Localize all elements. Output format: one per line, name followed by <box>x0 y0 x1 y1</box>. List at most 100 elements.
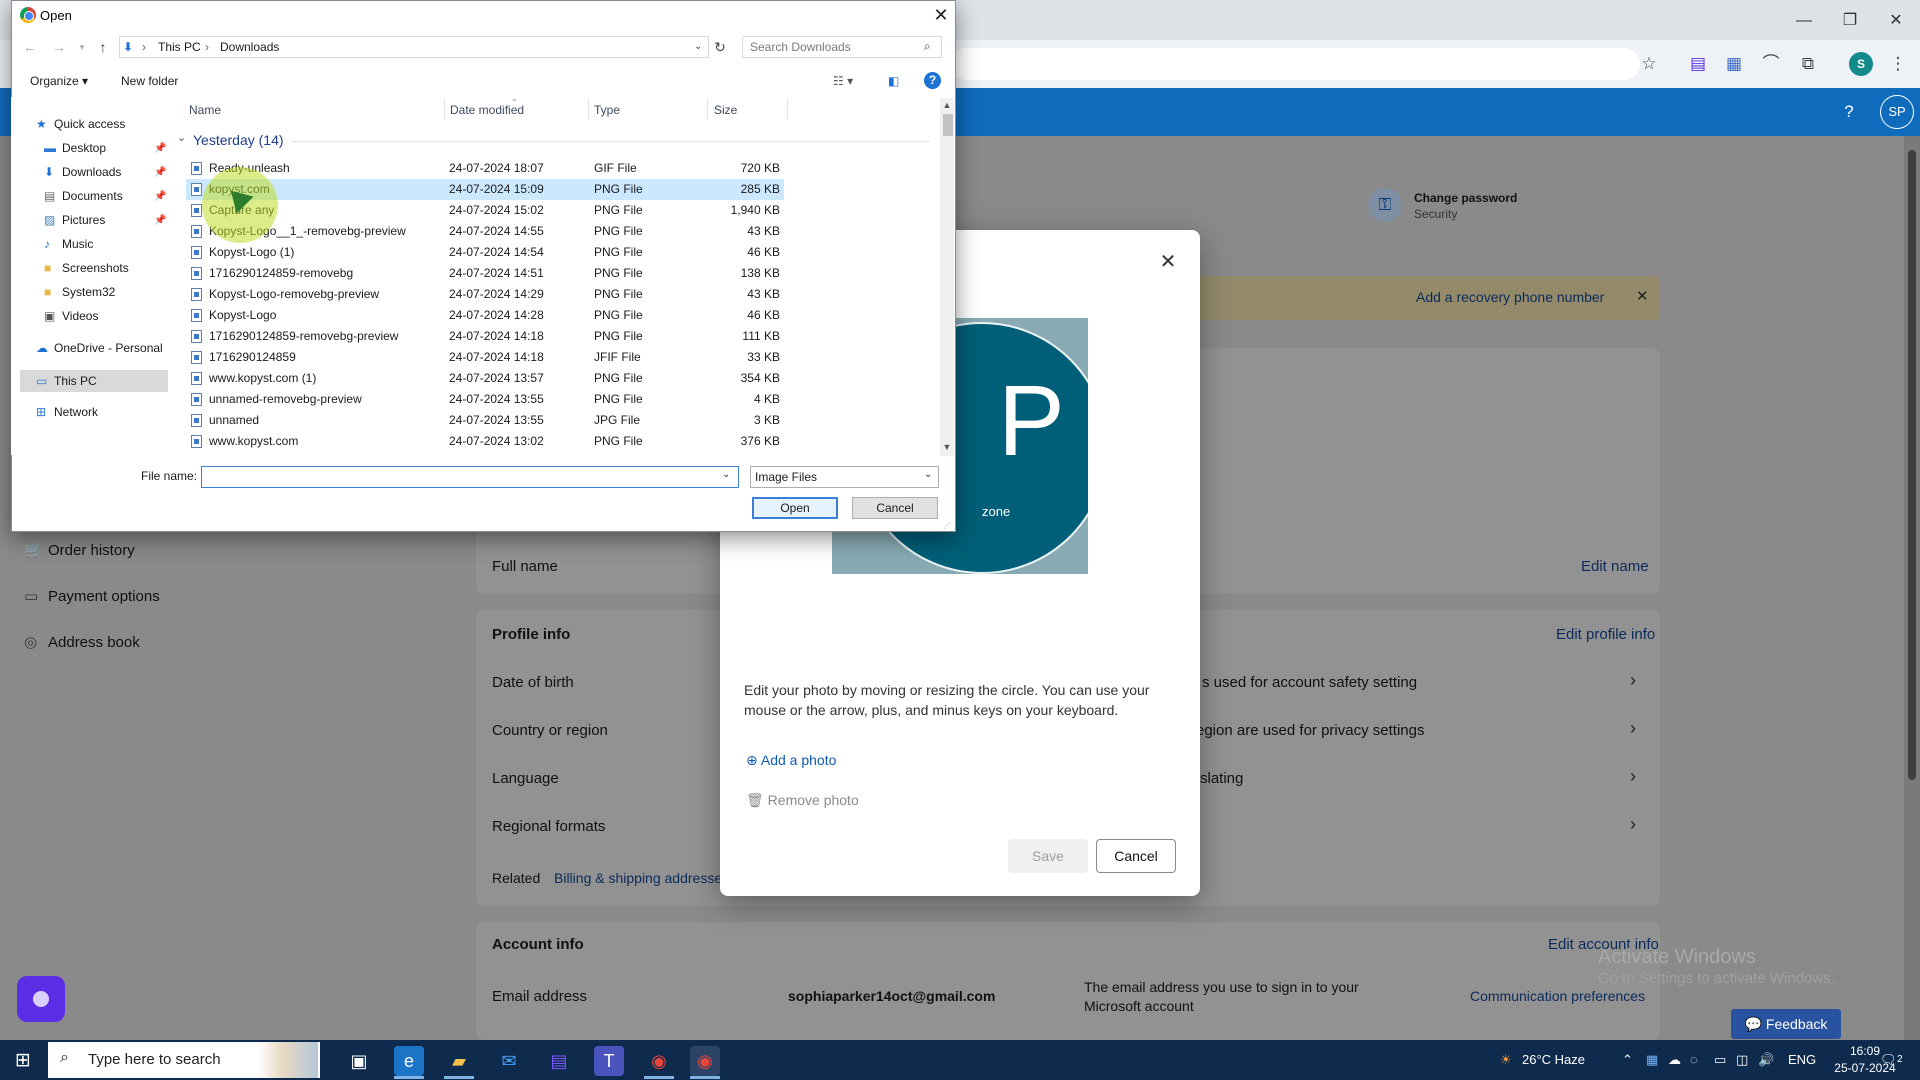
onedrive-tray-icon[interactable]: ☁ <box>1668 1050 1681 1070</box>
close-icon[interactable]: ✕ <box>1156 250 1180 274</box>
assistant-icon[interactable] <box>17 976 65 1022</box>
column-name[interactable]: Name <box>189 102 221 118</box>
save-button[interactable]: Save <box>1008 839 1088 873</box>
file-row[interactable]: 1716290124859-removebg 24-07-2024 14:51 PN… <box>186 263 784 284</box>
pin-icon[interactable]: 📌 <box>154 167 166 178</box>
file-row[interactable]: www.kopyst.com (1) 24-07-2024 13:57 PNG Fi… <box>186 368 784 389</box>
language-indicator[interactable]: ENG <box>1788 1050 1816 1070</box>
scroll-up-icon[interactable]: ▲ <box>940 98 954 112</box>
dialog-close-icon[interactable]: ✕ <box>930 4 952 26</box>
meet-icon[interactable]: ◌ <box>1690 1050 1698 1070</box>
nav-music[interactable]: ♪ Music <box>44 234 93 254</box>
weather-icon[interactable]: ☀ <box>1500 1050 1512 1070</box>
file-row[interactable]: 1716290124859-removebg-preview 24-07-2024… <box>186 326 784 347</box>
chevron-right-icon[interactable]: › <box>1630 814 1636 835</box>
file-list-scrollbar-thumb[interactable] <box>943 114 953 136</box>
browser-close-button[interactable]: ✕ <box>1876 8 1916 34</box>
nav-screenshots[interactable]: ■ Screenshots <box>44 258 129 278</box>
file-row[interactable]: Kopyst-Logo 24-07-2024 14:28 PNG File 46 KB <box>186 305 784 326</box>
dialog-address-bar[interactable]: ⬇ › This PC › Downloads ⌄ <box>119 36 709 58</box>
column-size[interactable]: Size <box>714 102 737 118</box>
nav-desktop[interactable]: ▬ Desktop <box>44 138 106 158</box>
restore-button[interactable]: ❐ <box>1830 8 1870 34</box>
back-arrow-icon[interactable]: ← <box>21 37 39 57</box>
group-header[interactable]: Yesterday (14) <box>193 131 284 149</box>
chevron-right-icon[interactable]: › <box>1630 718 1636 739</box>
chrome-app-icon[interactable]: ◉ <box>644 1046 674 1076</box>
nav-system32[interactable]: ■ System32 <box>44 282 115 302</box>
user-avatar[interactable]: SP <box>1880 95 1914 129</box>
battery-icon[interactable]: ▭ <box>1714 1050 1726 1070</box>
tray-app-icon[interactable]: ▦ <box>1646 1050 1658 1070</box>
star-icon[interactable]: ☆ <box>1637 52 1661 76</box>
mail-icon[interactable]: ✉ <box>494 1046 524 1076</box>
address-bar[interactable] <box>950 48 1640 80</box>
chevron-down-icon[interactable]: ⌄ <box>924 469 932 480</box>
open-button[interactable]: Open <box>752 497 838 519</box>
todo-app-icon[interactable]: ▤ <box>544 1046 574 1076</box>
chevron-right-icon[interactable]: › <box>1630 670 1636 691</box>
group-collapse-icon[interactable]: ⌄ <box>177 131 186 144</box>
chevron-right-icon[interactable]: › <box>1630 766 1636 787</box>
chrome-app-active-icon[interactable]: ◉ <box>690 1046 720 1076</box>
banner-close-icon[interactable]: ✕ <box>1636 287 1649 305</box>
file-type-select[interactable]: Image Files <box>750 466 939 488</box>
sidebar-item-address-book[interactable]: ◎ Address book <box>24 631 140 655</box>
menu-icon[interactable]: ⋮ <box>1886 52 1910 76</box>
edit-name-link[interactable]: Edit name <box>1581 558 1649 575</box>
change-password-link[interactable]: Change password <box>1414 191 1517 205</box>
file-row[interactable]: www.kopyst.com 24-07-2024 13:02 PNG File 37… <box>186 431 784 452</box>
tray-chevron-icon[interactable]: ⌃ <box>1622 1050 1633 1070</box>
edit-profile-info-link[interactable]: Edit profile info <box>1556 626 1655 643</box>
remove-photo-button[interactable]: 🗑 Remove photo <box>746 788 859 812</box>
dialog-cancel-button[interactable]: Cancel <box>852 497 938 519</box>
column-type[interactable]: Type <box>594 102 620 118</box>
notification-icon[interactable]: 🗨 <box>1880 1050 1897 1070</box>
pin-icon[interactable]: 📌 <box>154 143 166 154</box>
nav-documents[interactable]: ▤ Documents <box>44 186 123 206</box>
dialog-help-icon[interactable]: ? <box>924 72 941 89</box>
volume-icon[interactable]: 🔊 <box>1758 1050 1774 1070</box>
nav-quick-access[interactable]: ★ Quick access <box>36 114 125 134</box>
minimize-button[interactable]: — <box>1784 8 1824 34</box>
column-date-modified[interactable]: Date modified <box>450 102 524 118</box>
file-row[interactable]: unnamed-removebg-preview 24-07-2024 13:55… <box>186 389 784 410</box>
breadcrumb-downloads[interactable]: Downloads <box>220 37 279 57</box>
nav-downloads[interactable]: ⬇ Downloads <box>44 162 121 182</box>
puzzle-icon[interactable]: ⧉ <box>1796 52 1820 76</box>
page-scrollbar-thumb[interactable] <box>1908 150 1916 780</box>
nav-videos[interactable]: ▣ Videos <box>44 306 98 326</box>
column-separator[interactable] <box>588 98 589 120</box>
edge-icon[interactable]: e <box>394 1046 424 1076</box>
docs-icon[interactable]: ▦ <box>1722 52 1746 76</box>
dialog-search-input[interactable]: Search Downloads <box>742 36 942 58</box>
help-icon[interactable]: ? <box>1836 99 1862 125</box>
file-row[interactable]: Ready-unleash24-07-2024 18:07GIF File720… <box>186 158 784 179</box>
nav-onedrive[interactable]: ☁ OneDrive - Personal <box>36 338 163 358</box>
column-separator[interactable] <box>707 98 708 120</box>
file-explorer-icon[interactable]: ▰ <box>444 1046 474 1076</box>
todo-icon[interactable]: ▤ <box>1686 52 1710 76</box>
file-list-scrollbar[interactable] <box>940 98 954 456</box>
breadcrumb-this-pc[interactable]: This PC <box>158 37 201 57</box>
pin-icon[interactable]: 📌 <box>154 215 166 226</box>
scroll-down-icon[interactable]: ▼ <box>940 440 954 454</box>
cancel-button[interactable]: Cancel <box>1096 839 1176 873</box>
feedback-button[interactable]: 💬 Feedback <box>1731 1009 1841 1039</box>
recovery-phone-link[interactable]: Add a recovery phone number <box>1416 289 1604 305</box>
column-separator[interactable] <box>787 98 788 120</box>
file-row[interactable]: 1716290124859 24-07-2024 14:18 JFIF File 33… <box>186 347 784 368</box>
arc-icon[interactable]: ⌒ <box>1759 52 1783 76</box>
forward-arrow-icon[interactable]: → <box>50 37 68 57</box>
pin-icon[interactable]: 📌 <box>154 191 166 202</box>
file-row[interactable]: Kopyst-Logo-removebg-preview 24-07-2024 1… <box>186 284 784 305</box>
nav-this-pc[interactable]: ▭ This PC <box>36 371 97 391</box>
add-photo-button[interactable]: ⊕ Add a photo <box>746 748 836 772</box>
teams-icon[interactable]: T <box>594 1046 624 1076</box>
recent-locations-icon[interactable]: ▾ <box>73 37 91 57</box>
file-row[interactable]: Kopyst-Logo (1) 24-07-2024 14:54 PNG File 4… <box>186 242 784 263</box>
file-name-input[interactable] <box>201 466 739 488</box>
nav-network[interactable]: ⊞ Network <box>36 402 98 422</box>
sidebar-item-order-history[interactable]: 🛒 Order history <box>24 539 135 563</box>
new-folder-button[interactable]: New folder <box>121 72 178 90</box>
